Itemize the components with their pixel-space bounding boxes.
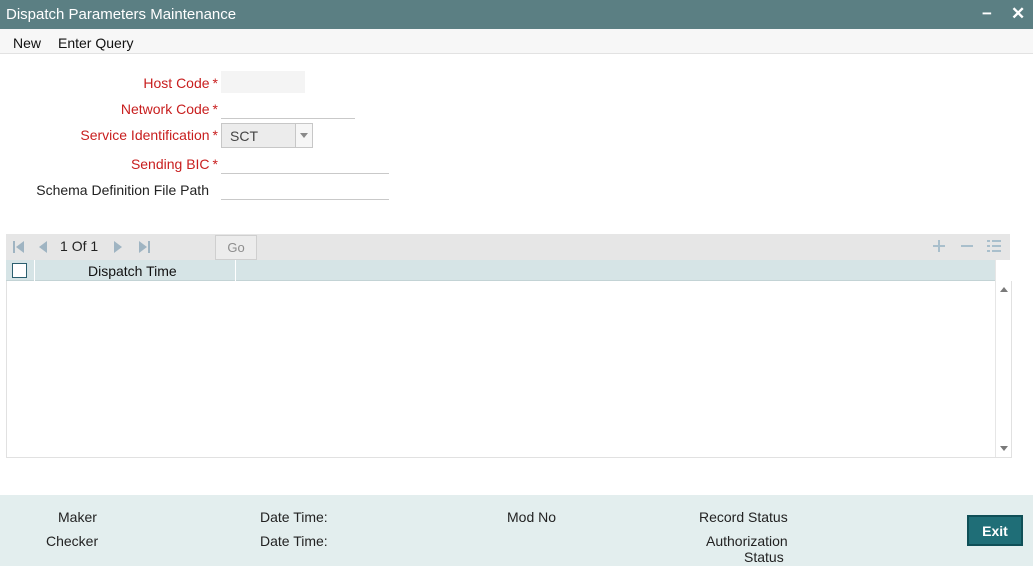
last-page-icon[interactable]	[137, 240, 151, 254]
mod-no-label: Mod No	[507, 509, 557, 525]
grid-header: Dispatch Time	[6, 260, 996, 281]
pager-of: Of	[71, 238, 87, 254]
exit-button[interactable]: Exit	[967, 515, 1023, 546]
window-titlebar: Dispatch Parameters Maintenance − ✕	[0, 0, 1033, 29]
record-status-label: Record Status	[699, 509, 788, 525]
grid-toolbar: 1 Of 1 Go	[6, 234, 1010, 260]
menu-bar: New Enter Query	[0, 29, 1033, 54]
delete-row-icon[interactable]	[958, 237, 976, 255]
authorization-status-label-line2: Status	[744, 549, 784, 565]
network-code-label-text: Network Code	[120, 101, 210, 117]
schema-definition-file-path-field[interactable]	[221, 178, 389, 200]
host-code-label: Host Code *	[143, 75, 218, 91]
previous-page-icon[interactable]	[36, 240, 50, 254]
service-identification-selected: SCT	[230, 128, 258, 144]
chevron-down-icon[interactable]	[295, 124, 312, 147]
required-marker: *	[212, 101, 218, 117]
network-code-field[interactable]	[221, 97, 355, 119]
single-view-icon[interactable]	[985, 237, 1003, 255]
host-code-field[interactable]	[221, 71, 305, 93]
required-marker: *	[212, 156, 218, 172]
checker-date-time-label: Date Time:	[260, 533, 328, 549]
authorization-status-label-line1: Authorization	[706, 533, 788, 549]
enter-query-menu-item[interactable]: Enter Query	[58, 35, 133, 51]
maker-date-time-label: Date Time:	[260, 509, 328, 525]
grid-header-scroll-gap	[995, 260, 1012, 281]
sending-bic-label-text: Sending BIC	[130, 156, 210, 172]
scroll-down-icon[interactable]	[1000, 446, 1008, 451]
column-header-dispatch-time[interactable]: Dispatch Time	[88, 263, 177, 279]
audit-footer: Maker Checker Date Time: Date Time: Mod …	[0, 495, 1033, 566]
service-identification-label-text: Service Identification	[80, 127, 210, 143]
add-row-icon[interactable]	[930, 237, 948, 255]
select-all-checkbox[interactable]	[12, 263, 27, 278]
required-marker: *	[212, 75, 218, 91]
maker-label: Maker	[58, 509, 97, 525]
go-button[interactable]: Go	[215, 235, 257, 260]
sending-bic-label: Sending BIC *	[131, 156, 218, 172]
checker-label: Checker	[46, 533, 99, 549]
sending-bic-field[interactable]	[221, 152, 389, 174]
close-icon[interactable]: ✕	[1011, 4, 1025, 24]
pager-total: 1	[90, 238, 99, 254]
grid-body	[6, 281, 1012, 458]
new-menu-item[interactable]: New	[13, 35, 41, 51]
window-title: Dispatch Parameters Maintenance	[6, 6, 237, 23]
column-divider	[34, 260, 35, 281]
minimize-icon[interactable]: −	[982, 4, 992, 24]
vertical-scrollbar[interactable]	[995, 281, 1011, 457]
scroll-up-icon[interactable]	[1000, 287, 1008, 292]
schema-definition-file-path-label: Schema Definition File Path	[36, 182, 209, 198]
host-code-label-text: Host Code	[143, 75, 210, 91]
column-divider	[235, 260, 236, 281]
required-marker: *	[212, 127, 218, 143]
next-page-icon[interactable]	[111, 240, 125, 254]
network-code-label: Network Code *	[121, 101, 218, 117]
pager-status: 1 Of 1	[60, 238, 98, 254]
service-identification-select[interactable]: SCT	[221, 123, 313, 148]
pager-current: 1	[60, 238, 68, 254]
first-page-icon[interactable]	[12, 240, 26, 254]
service-identification-label: Service Identification *	[80, 127, 218, 143]
